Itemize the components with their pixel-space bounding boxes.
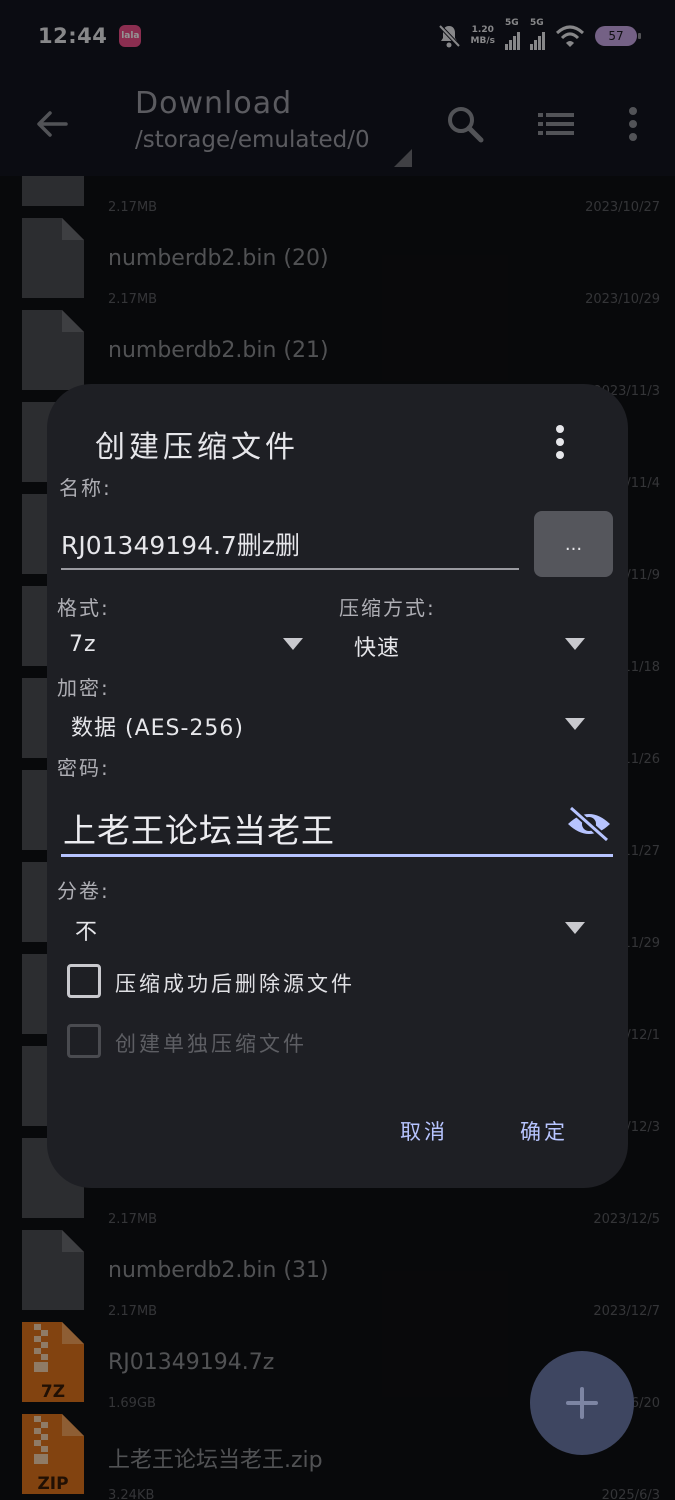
method-select[interactable]: 快速	[342, 624, 592, 664]
method-value: 快速	[354, 636, 401, 661]
ok-button[interactable]: 确定	[520, 1116, 568, 1146]
chevron-down-icon	[565, 922, 585, 934]
separate-archives-checkbox[interactable]	[67, 1024, 101, 1058]
delete-source-checkbox[interactable]	[67, 964, 101, 998]
name-label: 名称:	[59, 476, 112, 500]
split-select[interactable]: 不	[57, 908, 592, 948]
add-fab-button[interactable]	[530, 1351, 634, 1455]
password-underline	[61, 854, 613, 857]
split-label: 分卷:	[57, 879, 110, 903]
separate-archives-label[interactable]: 创建单独压缩文件	[115, 1028, 307, 1058]
cancel-button[interactable]: 取消	[400, 1116, 448, 1146]
encryption-select[interactable]: 数据 (AES-256)	[57, 704, 592, 744]
create-archive-dialog: 创建压缩文件 名称: RJ01349194.7删z删 ... 格式: 压缩方式:…	[47, 384, 628, 1188]
split-value: 不	[75, 920, 99, 945]
dialog-title: 创建压缩文件	[95, 430, 299, 465]
dialog-more-vert-icon[interactable]	[545, 422, 575, 462]
visibility-off-icon[interactable]	[565, 804, 613, 844]
archive-name-input[interactable]: RJ01349194.7删z删	[61, 526, 300, 562]
encryption-value: 数据 (AES-256)	[71, 716, 245, 741]
format-label: 格式:	[57, 596, 110, 620]
format-select[interactable]: 7z	[57, 624, 307, 664]
format-value: 7z	[69, 632, 97, 657]
chevron-down-icon	[283, 638, 303, 650]
chevron-down-icon	[565, 638, 585, 650]
chevron-down-icon	[565, 718, 585, 730]
name-input-underline	[61, 568, 519, 570]
password-label: 密码:	[57, 756, 110, 780]
password-input[interactable]: 上老王论坛当老王	[63, 804, 335, 852]
delete-source-label[interactable]: 压缩成功后删除源文件	[115, 968, 355, 998]
browse-button[interactable]: ...	[534, 511, 613, 577]
plus-icon	[566, 1387, 598, 1419]
encryption-label: 加密:	[57, 676, 110, 700]
method-label: 压缩方式:	[339, 596, 436, 620]
